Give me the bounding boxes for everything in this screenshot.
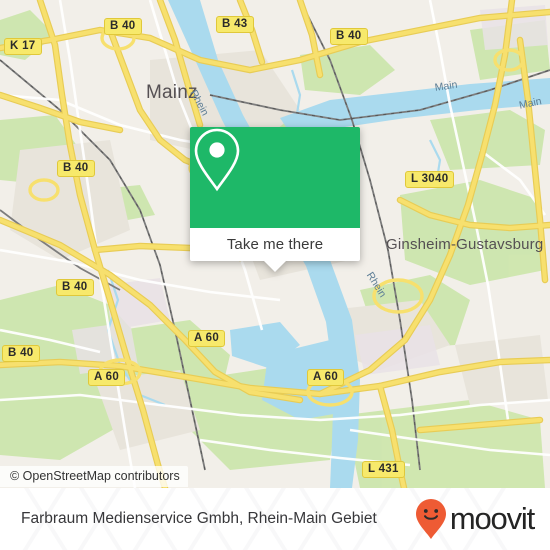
road-shield: B 40 xyxy=(104,18,142,35)
moovit-map-share-card: K 17 B 40 B 43 B 40 L 3040 B 40 B 40 B 4… xyxy=(0,0,550,550)
road-shield: B 40 xyxy=(330,28,368,45)
road-shield: K 17 xyxy=(4,38,42,55)
moovit-brand-logo[interactable]: moovit xyxy=(414,498,535,540)
location-popup-card[interactable]: Take me there xyxy=(190,127,360,272)
road-shield: L 431 xyxy=(362,461,405,478)
road-shield: B 40 xyxy=(2,345,40,362)
place-label-ginsheim-gustavsburg: Ginsheim-Gustavsburg xyxy=(386,236,544,253)
popup-marker-area xyxy=(190,127,360,228)
road-shield: A 60 xyxy=(188,330,226,347)
location-title: Farbraum Medienservice Gmbh, Rhein-Main … xyxy=(21,510,377,527)
moovit-smiley-pin-icon xyxy=(415,499,446,539)
map-canvas[interactable]: K 17 B 40 B 43 B 40 L 3040 B 40 B 40 B 4… xyxy=(0,0,550,488)
footer-bar: Farbraum Medienservice Gmbh, Rhein-Main … xyxy=(0,488,550,550)
road-shield: L 3040 xyxy=(405,171,455,188)
road-shield: B 40 xyxy=(56,279,94,296)
take-me-there-button[interactable]: Take me there xyxy=(190,228,360,261)
road-shield: A 60 xyxy=(88,369,126,386)
road-shield: B 43 xyxy=(216,16,254,33)
moovit-wordmark: moovit xyxy=(449,501,535,536)
road-shield: B 40 xyxy=(57,160,95,177)
road-shield: A 60 xyxy=(307,369,345,386)
take-me-there-label: Take me there xyxy=(226,236,324,253)
map-pin-icon xyxy=(194,128,240,192)
popup-pointer xyxy=(264,261,286,272)
map-attribution[interactable]: © OpenStreetMap contributors xyxy=(0,466,188,487)
